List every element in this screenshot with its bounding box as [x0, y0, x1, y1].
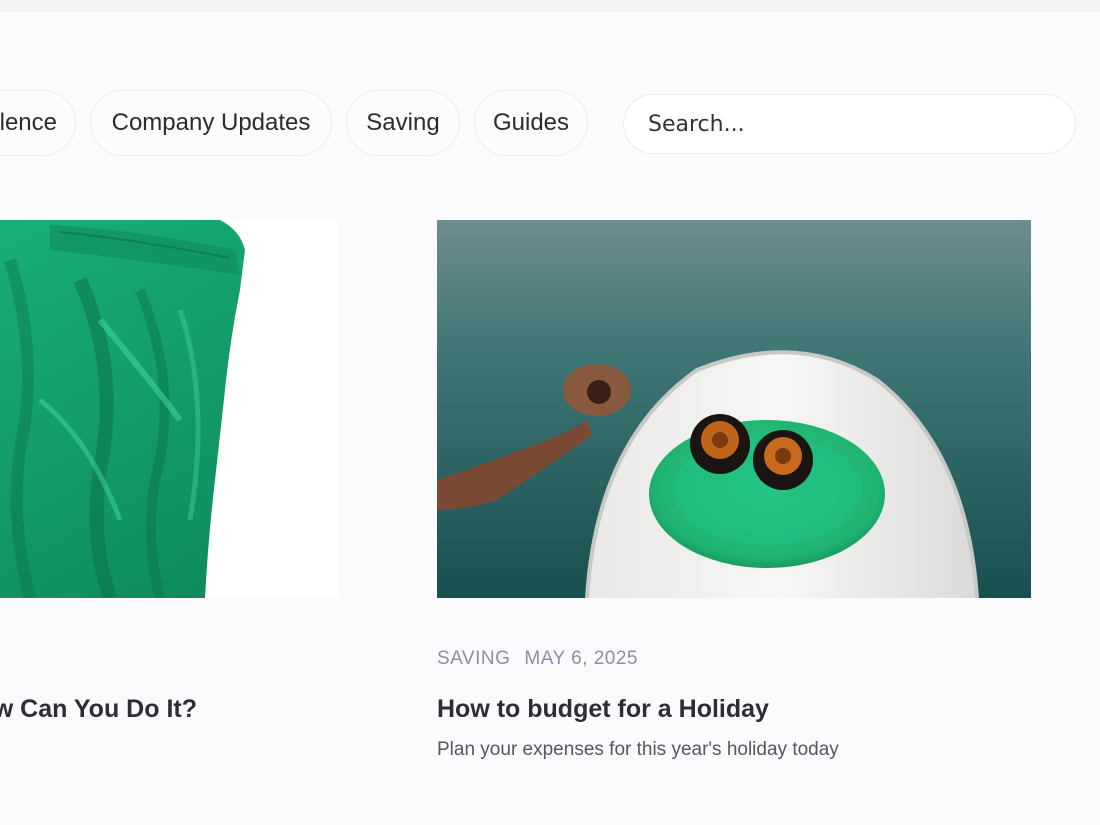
article-title[interactable]: How to budget for a Holiday: [437, 695, 769, 724]
filter-chip-guides[interactable]: Guides: [474, 90, 588, 156]
article-description: Plan your expenses for this year's holid…: [437, 739, 839, 760]
green-crinkled-fabric-image[interactable]: [0, 220, 338, 598]
filter-chip-label: Guides: [492, 109, 570, 136]
urchin-1: [690, 414, 750, 474]
filter-chip-company-updates[interactable]: Company Updates: [90, 90, 332, 156]
filter-chip-lence[interactable]: lence: [0, 90, 76, 156]
filter-chip-label: Saving: [366, 109, 440, 136]
filter-chip-label: Company Updates: [111, 109, 311, 136]
article-title[interactable]: w Can You Do It?: [0, 695, 197, 724]
fabric-illustration: [0, 220, 338, 598]
filter-chip-saving[interactable]: Saving: [346, 90, 460, 156]
sea-urchins-on-green-plate-image[interactable]: [437, 220, 1031, 598]
filter-chip-label: lence: [0, 109, 57, 136]
top-divider: [0, 0, 1100, 12]
article-date: MAY 6, 2025: [524, 648, 638, 669]
urchin-photo-illustration: [437, 220, 1031, 598]
urchin-2: [753, 430, 813, 490]
article-meta: SAVING MAY 6, 2025: [437, 648, 638, 670]
article-category[interactable]: SAVING: [437, 648, 510, 669]
search-input[interactable]: [623, 94, 1076, 154]
blog-page: lence Company Updates Saving Guides Sear…: [0, 0, 1100, 825]
